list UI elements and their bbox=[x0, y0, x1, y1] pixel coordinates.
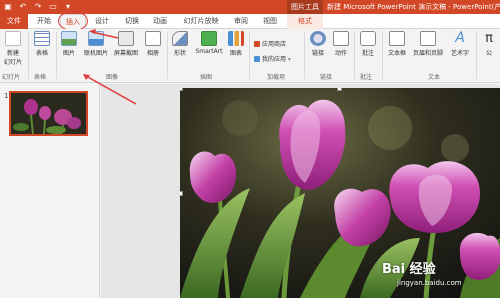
baidu-watermark-url: jingyan.baidu.com bbox=[397, 279, 462, 287]
baidu-watermark-logo: Bai 经验 bbox=[382, 262, 436, 277]
powerpoint-window: ▣ ↶ ↷ ▭ ▾ 图片工具 新建 Microsoft PowerPoint 演… bbox=[0, 0, 500, 298]
annotation-arrows bbox=[83, 29, 137, 105]
